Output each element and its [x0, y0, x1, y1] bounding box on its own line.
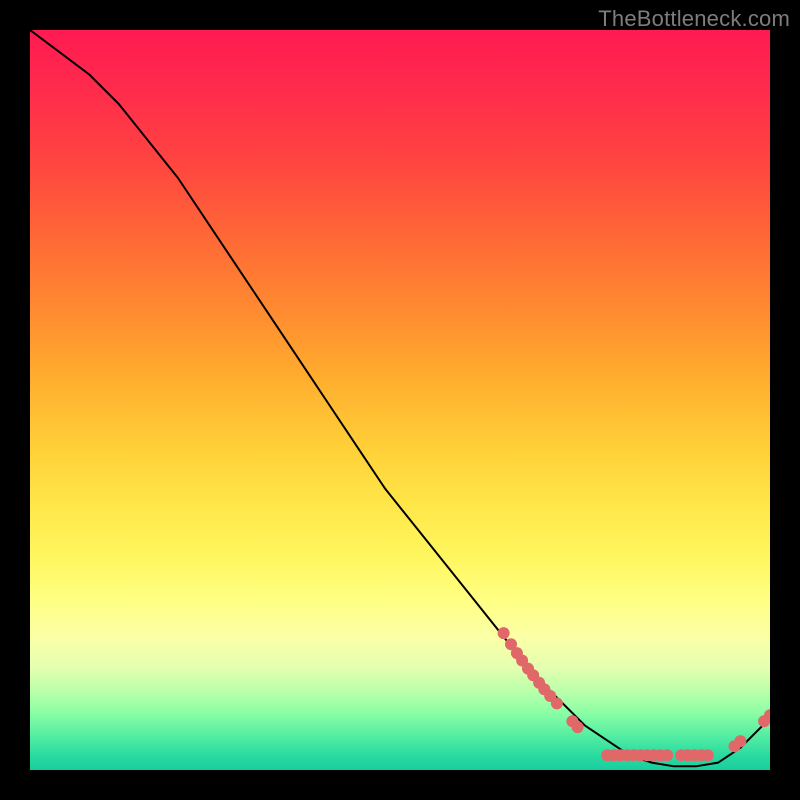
- plot-area: [30, 30, 770, 770]
- data-point: [498, 627, 510, 639]
- data-point: [551, 697, 563, 709]
- data-markers: [498, 627, 770, 761]
- bottleneck-curve: [30, 30, 770, 766]
- chart-stage: TheBottleneck.com: [0, 0, 800, 800]
- data-point: [661, 749, 673, 761]
- data-point: [702, 749, 714, 761]
- data-point: [572, 721, 584, 733]
- attribution-watermark: TheBottleneck.com: [598, 6, 790, 32]
- data-point: [734, 735, 746, 747]
- chart-svg-overlay: [30, 30, 770, 770]
